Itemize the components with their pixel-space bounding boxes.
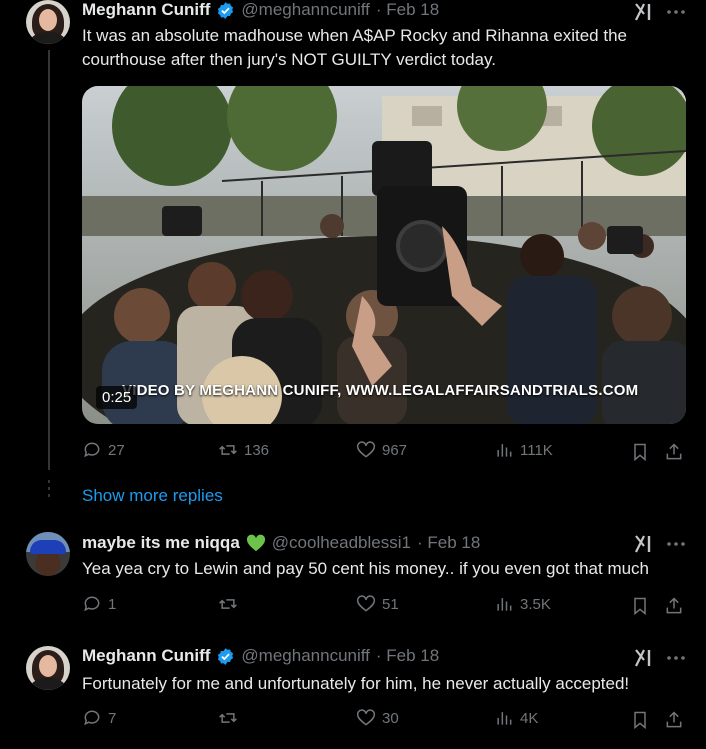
- share-icon[interactable]: [664, 596, 684, 616]
- like-icon: [356, 595, 376, 612]
- reply-count: 7: [108, 709, 117, 727]
- views-count: 111K: [520, 441, 553, 459]
- reply-button[interactable]: 27: [82, 440, 125, 460]
- reply-icon: [84, 596, 100, 612]
- author-handle[interactable]: @meghanncuniff: [241, 646, 369, 666]
- views-count: 3.5K: [520, 595, 551, 613]
- more-icon[interactable]: [665, 654, 687, 662]
- repost-icon: [219, 713, 237, 723]
- like-count: 967: [382, 441, 408, 459]
- more-icon[interactable]: [665, 540, 687, 548]
- author-handle[interactable]: @coolheadblessi1: [272, 533, 411, 553]
- green-heart-emoji: [246, 534, 265, 552]
- repost-icon: [219, 445, 237, 455]
- video-player[interactable]: VIDEO BY MEGHANN CUNIFF, WWW.LEGALAFFAIR…: [82, 86, 686, 424]
- author-name[interactable]: maybe its me niqqa: [82, 533, 240, 553]
- grok-icon[interactable]: [634, 534, 656, 554]
- thread-dots: [48, 480, 50, 501]
- tweet-date[interactable]: · Feb 18: [376, 646, 439, 666]
- author-name[interactable]: Meghann Cuniff: [82, 0, 210, 20]
- repost-count: 136: [244, 441, 270, 459]
- video-watermark: VIDEO BY MEGHANN CUNIFF, WWW.LEGALAFFAIR…: [122, 382, 639, 399]
- reply-count: 27: [108, 441, 125, 459]
- like-icon: [356, 709, 376, 726]
- grok-icon[interactable]: [634, 2, 656, 22]
- author-name[interactable]: Meghann Cuniff: [82, 646, 210, 666]
- verified-badge-icon: [218, 647, 234, 665]
- bookmark-icon[interactable]: [630, 442, 650, 462]
- views-count: 4K: [520, 709, 539, 727]
- tweet-actions: 7 30 4K: [82, 708, 686, 732]
- avatar[interactable]: [26, 646, 70, 690]
- verified-badge-icon: [218, 1, 234, 19]
- author-handle[interactable]: @meghanncuniff: [241, 0, 369, 20]
- reply-icon: [84, 710, 100, 726]
- tweet-date[interactable]: · Feb 18: [376, 0, 439, 20]
- views-icon: [497, 712, 512, 725]
- thread-line: [48, 50, 50, 470]
- repost-button[interactable]: [218, 708, 238, 728]
- tweet-text: It was an absolute madhouse when A$AP Ro…: [82, 26, 627, 69]
- like-count: 30: [382, 709, 399, 727]
- bookmark-icon[interactable]: [630, 710, 650, 730]
- views-icon: [497, 598, 512, 611]
- views-icon: [497, 444, 512, 457]
- reply-count: 1: [108, 595, 117, 613]
- tweet-actions: 27 136 967 111K: [82, 440, 686, 464]
- views-button[interactable]: 3.5K: [494, 594, 551, 614]
- repost-button[interactable]: [218, 594, 238, 614]
- avatar[interactable]: [26, 532, 70, 576]
- tweet-text: Yea yea cry to Lewin and pay 50 cent his…: [82, 559, 650, 578]
- more-icon[interactable]: [665, 8, 687, 16]
- like-button[interactable]: 51: [356, 594, 399, 614]
- show-more-replies-link[interactable]: Show more replies: [82, 486, 223, 506]
- share-icon[interactable]: [664, 710, 684, 730]
- tweet-text: Fortunately for me and unfortunately for…: [82, 674, 630, 693]
- like-button[interactable]: 967: [356, 440, 407, 460]
- video-frame: [82, 86, 686, 424]
- repost-icon: [219, 599, 237, 609]
- video-duration: 0:25: [96, 386, 138, 409]
- reply-icon: [84, 442, 100, 458]
- like-button[interactable]: 30: [356, 708, 399, 728]
- repost-button[interactable]: 136: [218, 440, 269, 460]
- reply-button[interactable]: 7: [82, 708, 116, 728]
- reply-button[interactable]: 1: [82, 594, 116, 614]
- avatar[interactable]: [26, 0, 70, 44]
- grok-icon[interactable]: [634, 648, 656, 668]
- tweet-actions: 1 51 3.5K: [82, 594, 686, 618]
- like-icon: [356, 441, 376, 458]
- views-button[interactable]: 4K: [494, 708, 538, 728]
- share-icon[interactable]: [664, 442, 684, 462]
- like-count: 51: [382, 595, 399, 613]
- views-button[interactable]: 111K: [494, 440, 553, 460]
- tweet-date[interactable]: · Feb 18: [417, 533, 480, 553]
- bookmark-icon[interactable]: [630, 596, 650, 616]
